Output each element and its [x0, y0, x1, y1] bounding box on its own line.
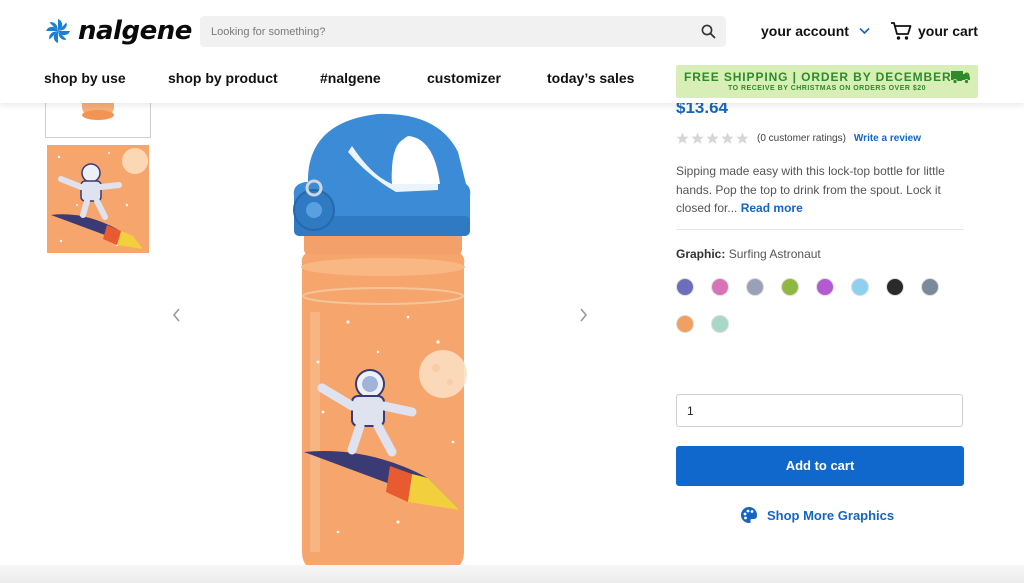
add-to-cart-button[interactable]: Add to cart: [676, 446, 964, 486]
read-more-link[interactable]: Read more: [741, 201, 803, 215]
graphic-swatch[interactable]: [922, 279, 938, 295]
nav-item-shop-by-product[interactable]: shop by product: [168, 70, 320, 86]
graphic-swatch[interactable]: [852, 279, 868, 295]
account-label: your account: [761, 23, 849, 39]
graphic-value: Surfing Astronaut: [728, 247, 821, 261]
cart-label: your cart: [918, 23, 978, 39]
astronaut-graphic-thumbnail: [47, 145, 149, 253]
graphic-swatch-selected[interactable]: [677, 316, 693, 332]
nav-item-nalgene[interactable]: #nalgene: [320, 70, 427, 86]
search-input[interactable]: [200, 16, 702, 47]
nalgene-logo[interactable]: nalgene: [44, 16, 192, 46]
chevron-right-icon: [580, 308, 588, 322]
promo-headline: FREE SHIPPING | ORDER BY DECEMBER 10: [684, 70, 971, 84]
description-text: Sipping made easy with this lock-top bot…: [676, 164, 945, 215]
account-menu[interactable]: your account: [761, 23, 870, 39]
promo-subtext: TO RECEIVE BY CHRISTMAS ON ORDERS OVER $…: [727, 85, 927, 92]
shopping-cart-icon: [891, 22, 912, 40]
cart-link[interactable]: your cart: [890, 21, 978, 41]
nav-item-todays-sales[interactable]: today’s sales: [547, 70, 634, 86]
quantity-input[interactable]: [677, 395, 962, 426]
star-icon: [721, 132, 734, 144]
write-review-link[interactable]: Write a review: [854, 133, 921, 144]
chevron-down-icon: [859, 27, 870, 35]
gallery-prev-arrow[interactable]: [172, 308, 181, 327]
thumbnail-2[interactable]: [47, 145, 149, 253]
graphic-swatch[interactable]: [712, 279, 728, 295]
graphic-label: Graphic:: [676, 247, 726, 261]
logo-wordmark: nalgene: [78, 16, 192, 46]
graphic-swatch[interactable]: [782, 279, 798, 295]
rating-row: (0 customer ratings) Write a review: [676, 132, 921, 145]
search-icon[interactable]: [701, 24, 716, 39]
free-shipping-banner[interactable]: FREE SHIPPING | ORDER BY DECEMBER 10 TO …: [676, 65, 978, 98]
search-bar[interactable]: [200, 16, 726, 47]
shop-more-label: Shop More Graphics: [767, 507, 895, 523]
main-nav: shop by use shop by product #nalgene cus…: [44, 70, 634, 86]
truck-icon: [951, 71, 970, 84]
star-icon: [736, 132, 749, 144]
graphic-swatch[interactable]: [817, 279, 833, 295]
nav-item-shop-by-use[interactable]: shop by use: [44, 70, 168, 86]
graphic-swatch[interactable]: [887, 279, 903, 295]
graphic-selector-label: Graphic: Surfing Astronaut: [676, 247, 821, 261]
quantity-field[interactable]: [676, 394, 963, 427]
chevron-left-icon: [172, 308, 180, 322]
page-footer-edge: [0, 565, 1024, 583]
rating-count: (0 customer ratings): [757, 133, 846, 144]
star-icon: [676, 132, 689, 144]
nav-item-customizer[interactable]: customizer: [427, 70, 547, 86]
product-description: Sipping made easy with this lock-top bot…: [676, 162, 966, 218]
section-divider: [676, 229, 964, 230]
star-rating: [676, 132, 749, 145]
graphic-swatch[interactable]: [677, 279, 693, 295]
graphic-swatch[interactable]: [747, 279, 763, 295]
star-icon: [706, 132, 719, 144]
product-image-bottle: [293, 113, 471, 572]
gallery-next-arrow[interactable]: [579, 308, 588, 327]
graphic-swatch[interactable]: [712, 316, 728, 332]
star-icon: [691, 132, 704, 144]
site-header: nalgene your account your cart shop by u…: [0, 0, 1024, 103]
pinwheel-logo-icon: [46, 19, 70, 43]
palette-icon: [741, 507, 757, 523]
shop-more-graphics-link[interactable]: Shop More Graphics: [740, 506, 894, 524]
